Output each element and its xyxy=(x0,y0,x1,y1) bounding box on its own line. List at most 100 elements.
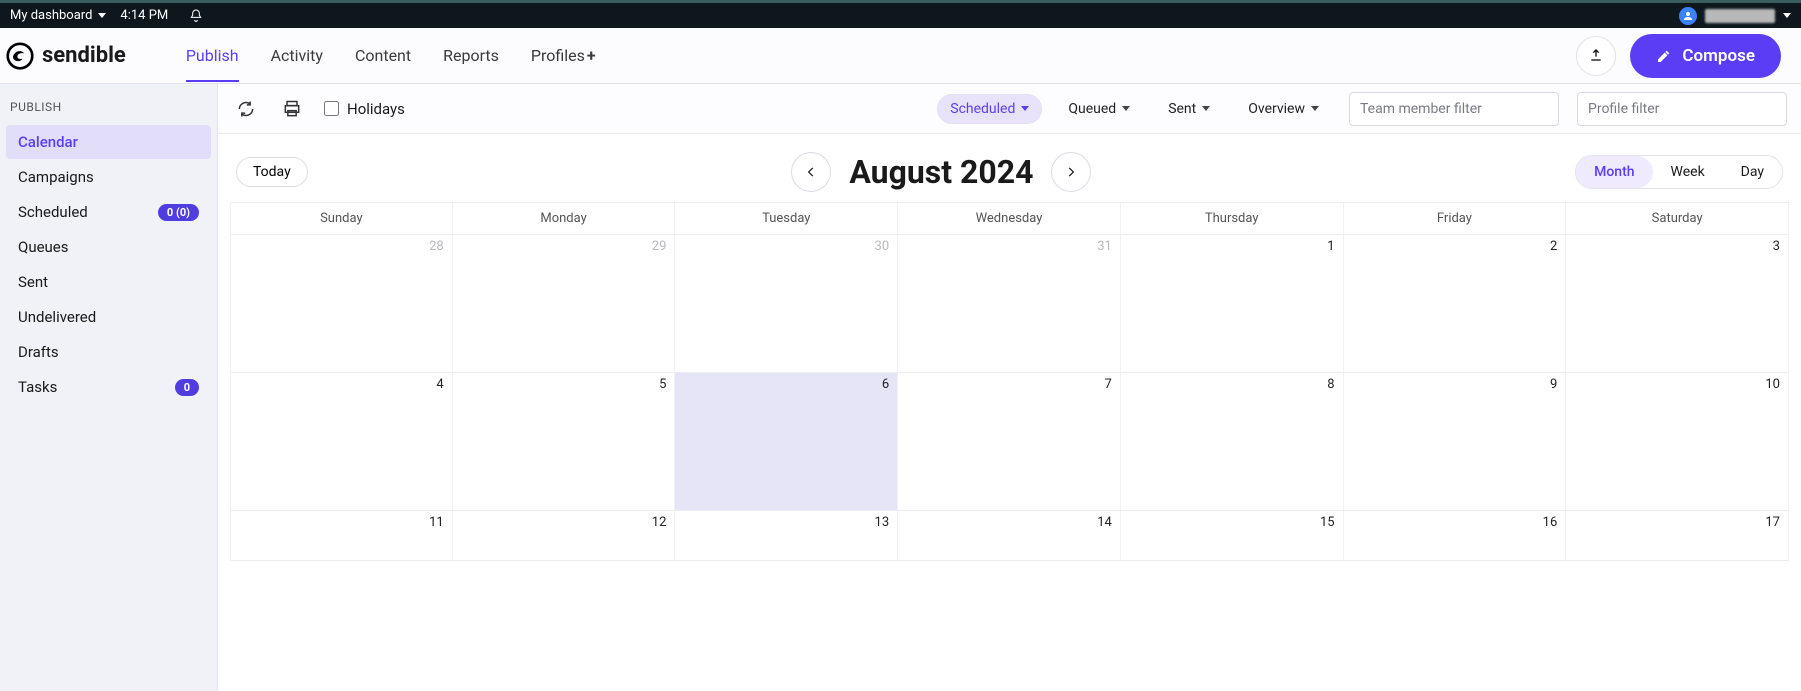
day-cell[interactable]: 2 xyxy=(1344,235,1567,373)
dow-label: Sunday xyxy=(230,203,453,235)
filter-sent[interactable]: Sent xyxy=(1156,95,1222,123)
user-menu[interactable] xyxy=(1679,7,1791,25)
caret-down-icon xyxy=(1122,106,1130,111)
sidebar-item-scheduled[interactable]: Scheduled 0 (0) xyxy=(6,195,211,229)
sidebar-item-campaigns[interactable]: Campaigns xyxy=(6,160,211,194)
print-button[interactable] xyxy=(278,95,306,123)
compose-label: Compose xyxy=(1682,46,1755,66)
brand-text: sendible xyxy=(42,43,126,68)
bell-icon[interactable] xyxy=(182,2,210,30)
chevron-left-icon xyxy=(804,165,818,179)
avatar-icon xyxy=(1679,7,1697,25)
day-cell[interactable]: 12 xyxy=(453,511,676,561)
brand-logo[interactable]: sendible xyxy=(6,42,126,70)
day-of-week-row: SundayMondayTuesdayWednesdayThursdayFrid… xyxy=(230,203,1789,235)
day-cell[interactable]: 10 xyxy=(1566,373,1789,511)
view-month[interactable]: Month xyxy=(1576,156,1652,188)
day-number: 29 xyxy=(652,239,667,254)
day-cell[interactable]: 5 xyxy=(453,373,676,511)
tasks-badge: 0 xyxy=(175,379,199,396)
filter-overview[interactable]: Overview xyxy=(1236,95,1331,123)
day-number: 9 xyxy=(1550,377,1557,392)
dashboard-dropdown[interactable]: My dashboard xyxy=(10,8,106,23)
day-number: 4 xyxy=(436,377,443,392)
dow-label: Friday xyxy=(1344,203,1567,235)
day-number: 13 xyxy=(875,515,890,530)
day-cell[interactable]: 28 xyxy=(230,235,453,373)
week-row: 28 29 30 311 23 xyxy=(230,235,1789,373)
day-cell[interactable]: 13 xyxy=(675,511,898,561)
sidebar-item-calendar[interactable]: Calendar xyxy=(6,125,211,159)
team-member-filter[interactable] xyxy=(1349,92,1559,126)
day-cell[interactable]: 16 xyxy=(1344,511,1567,561)
filter-queued[interactable]: Queued xyxy=(1056,95,1142,123)
day-cell[interactable]: 15 xyxy=(1121,511,1344,561)
week-row: 1112 13 14 15 16 17 xyxy=(230,511,1789,561)
filter-scheduled[interactable]: Scheduled xyxy=(937,94,1042,124)
day-cell[interactable]: 31 xyxy=(898,235,1121,373)
sidebar: PUBLISH Calendar Campaigns Scheduled 0 (… xyxy=(0,84,218,691)
nav-content[interactable]: Content xyxy=(355,30,411,81)
refresh-button[interactable] xyxy=(232,95,260,123)
view-week[interactable]: Week xyxy=(1653,156,1723,188)
day-cell[interactable]: 29 xyxy=(453,235,676,373)
day-cell[interactable]: 6 xyxy=(675,373,898,511)
compose-button[interactable]: Compose xyxy=(1630,34,1781,78)
day-number: 28 xyxy=(429,239,444,254)
day-number: 7 xyxy=(1105,377,1112,392)
nav-profiles[interactable]: Profiles+ xyxy=(531,30,596,81)
sidebar-item-drafts[interactable]: Drafts xyxy=(6,335,211,369)
sidebar-item-undelivered[interactable]: Undelivered xyxy=(6,300,211,334)
day-cell[interactable]: 4 xyxy=(230,373,453,511)
upload-button[interactable] xyxy=(1576,36,1616,76)
day-number: 17 xyxy=(1765,515,1780,530)
prev-month-button[interactable] xyxy=(791,152,831,192)
day-cell[interactable]: 9 xyxy=(1344,373,1567,511)
day-number: 10 xyxy=(1765,377,1780,392)
dow-label: Tuesday xyxy=(675,203,898,235)
nav-publish[interactable]: Publish xyxy=(186,30,239,81)
day-cell[interactable]: 3 xyxy=(1566,235,1789,373)
holidays-label: Holidays xyxy=(347,100,405,118)
caret-down-icon xyxy=(1202,106,1210,111)
sidebar-item-queues[interactable]: Queues xyxy=(6,230,211,264)
day-number: 14 xyxy=(1097,515,1112,530)
day-cell[interactable]: 14 xyxy=(898,511,1121,561)
day-number: 30 xyxy=(875,239,890,254)
top-bar: My dashboard 4:14 PM xyxy=(0,0,1801,28)
logo-icon xyxy=(6,42,34,70)
caret-down-icon xyxy=(1311,106,1319,111)
day-number: 16 xyxy=(1543,515,1558,530)
day-cell[interactable]: 17 xyxy=(1566,511,1789,561)
dashboard-label: My dashboard xyxy=(10,8,92,23)
sidebar-item-sent[interactable]: Sent xyxy=(6,265,211,299)
next-month-button[interactable] xyxy=(1051,152,1091,192)
print-icon xyxy=(282,99,302,119)
caret-down-icon xyxy=(1783,13,1791,18)
calendar-header: Today August 2024 Month Week Day xyxy=(218,134,1801,202)
sidebar-item-tasks[interactable]: Tasks 0 xyxy=(6,370,211,404)
day-number: 15 xyxy=(1320,515,1335,530)
day-cell[interactable]: 11 xyxy=(230,511,453,561)
holidays-toggle[interactable]: Holidays xyxy=(324,100,405,118)
nav-activity[interactable]: Activity xyxy=(271,30,323,81)
nav-reports[interactable]: Reports xyxy=(443,30,499,81)
primary-nav: Publish Activity Content Reports Profile… xyxy=(186,30,596,81)
day-cell[interactable]: 30 xyxy=(675,235,898,373)
caret-down-icon xyxy=(1021,106,1029,111)
week-row: 4 56 78 9 10 xyxy=(230,373,1789,511)
sidebar-heading: PUBLISH xyxy=(0,90,217,124)
clock-time: 4:14 PM xyxy=(120,8,168,23)
day-number: 2 xyxy=(1550,239,1557,254)
today-button[interactable]: Today xyxy=(236,157,308,187)
view-day[interactable]: Day xyxy=(1723,156,1782,188)
day-cell[interactable]: 7 xyxy=(898,373,1121,511)
day-cell[interactable]: 1 xyxy=(1121,235,1344,373)
profile-filter[interactable] xyxy=(1577,92,1787,126)
upload-icon xyxy=(1588,48,1604,64)
day-cell[interactable]: 8 xyxy=(1121,373,1344,511)
holidays-checkbox[interactable] xyxy=(324,101,339,116)
dow-label: Monday xyxy=(453,203,676,235)
day-number: 5 xyxy=(659,377,666,392)
caret-down-icon xyxy=(98,13,106,18)
